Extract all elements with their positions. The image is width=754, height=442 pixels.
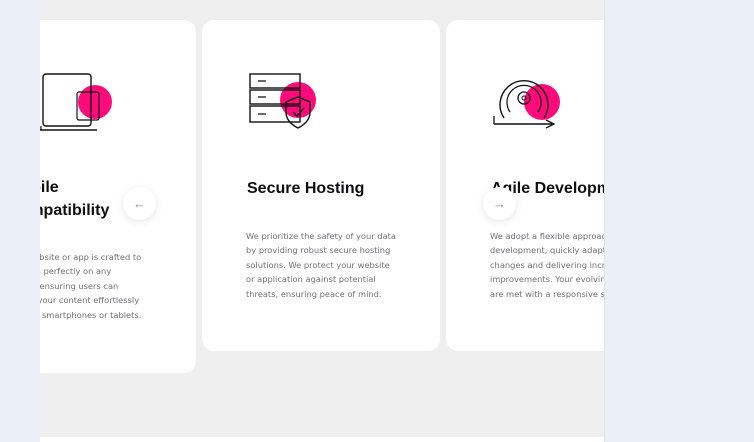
card-text-line-4: or application against potential bbox=[246, 274, 376, 285]
card-text-line-2: function perfectly on any bbox=[40, 266, 112, 277]
card-description: We prioritize the safety of your data by… bbox=[246, 229, 436, 301]
card-description: Your website or app is crafted to functi… bbox=[40, 250, 196, 322]
service-card-agile-development: Agile Development We adopt a flexible ap… bbox=[446, 20, 604, 351]
card-text-line-4: access your content effortlessly bbox=[40, 295, 140, 306]
secure-server-shield-icon bbox=[249, 73, 316, 129]
service-card-mobile: Mobile Compatibility Your website or app… bbox=[40, 20, 196, 373]
carousel-next-button[interactable]: → bbox=[483, 187, 516, 220]
card-text-line-2: by providing robust secure hosting bbox=[246, 245, 391, 256]
mobile-compatibility-icon bbox=[40, 73, 112, 131]
next-section-edge bbox=[40, 437, 604, 442]
card-text-line-2: development, quickly adapting to bbox=[490, 245, 604, 256]
service-card-secure-hosting: Secure Hosting We prioritize the safety … bbox=[202, 20, 440, 351]
agile-cycle-gear-icon bbox=[493, 80, 560, 129]
card-title-line-1: Mobile bbox=[40, 179, 59, 196]
card-text-line-5: are met with a responsive solution. bbox=[490, 288, 604, 299]
card-text-line-3: solutions. We protect your website bbox=[246, 259, 390, 270]
arrow-right-icon: → bbox=[493, 196, 506, 211]
card-text-line-3: device, ensuring users can bbox=[40, 280, 119, 291]
card-description: We adopt a flexible approach to developm… bbox=[490, 229, 604, 301]
card-text-line-1: Your website or app is crafted to bbox=[40, 252, 142, 262]
card-title: Mobile Compatibility bbox=[40, 176, 196, 222]
carousel-prev-button[interactable]: ← bbox=[123, 187, 156, 220]
card-title: Secure Hosting bbox=[247, 180, 365, 197]
card-text-line-1: We adopt a flexible approach to bbox=[490, 231, 604, 241]
card-text-line-4: improvements. Your evolving needs bbox=[490, 274, 604, 285]
arrow-left-icon: ← bbox=[133, 196, 146, 211]
card-text-line-5: threats, ensuring peace of mind. bbox=[246, 288, 382, 299]
card-text-line-3: changes and delivering incremental bbox=[490, 259, 604, 270]
side-panel bbox=[604, 0, 754, 442]
card-title-line-2: Compatibility bbox=[40, 202, 110, 219]
services-carousel: Mobile Compatibility Your website or app… bbox=[40, 0, 604, 442]
card-text-line-5: on their smartphones or tablets. bbox=[40, 309, 142, 320]
card-text-line-1: We prioritize the safety of your data bbox=[246, 231, 396, 241]
